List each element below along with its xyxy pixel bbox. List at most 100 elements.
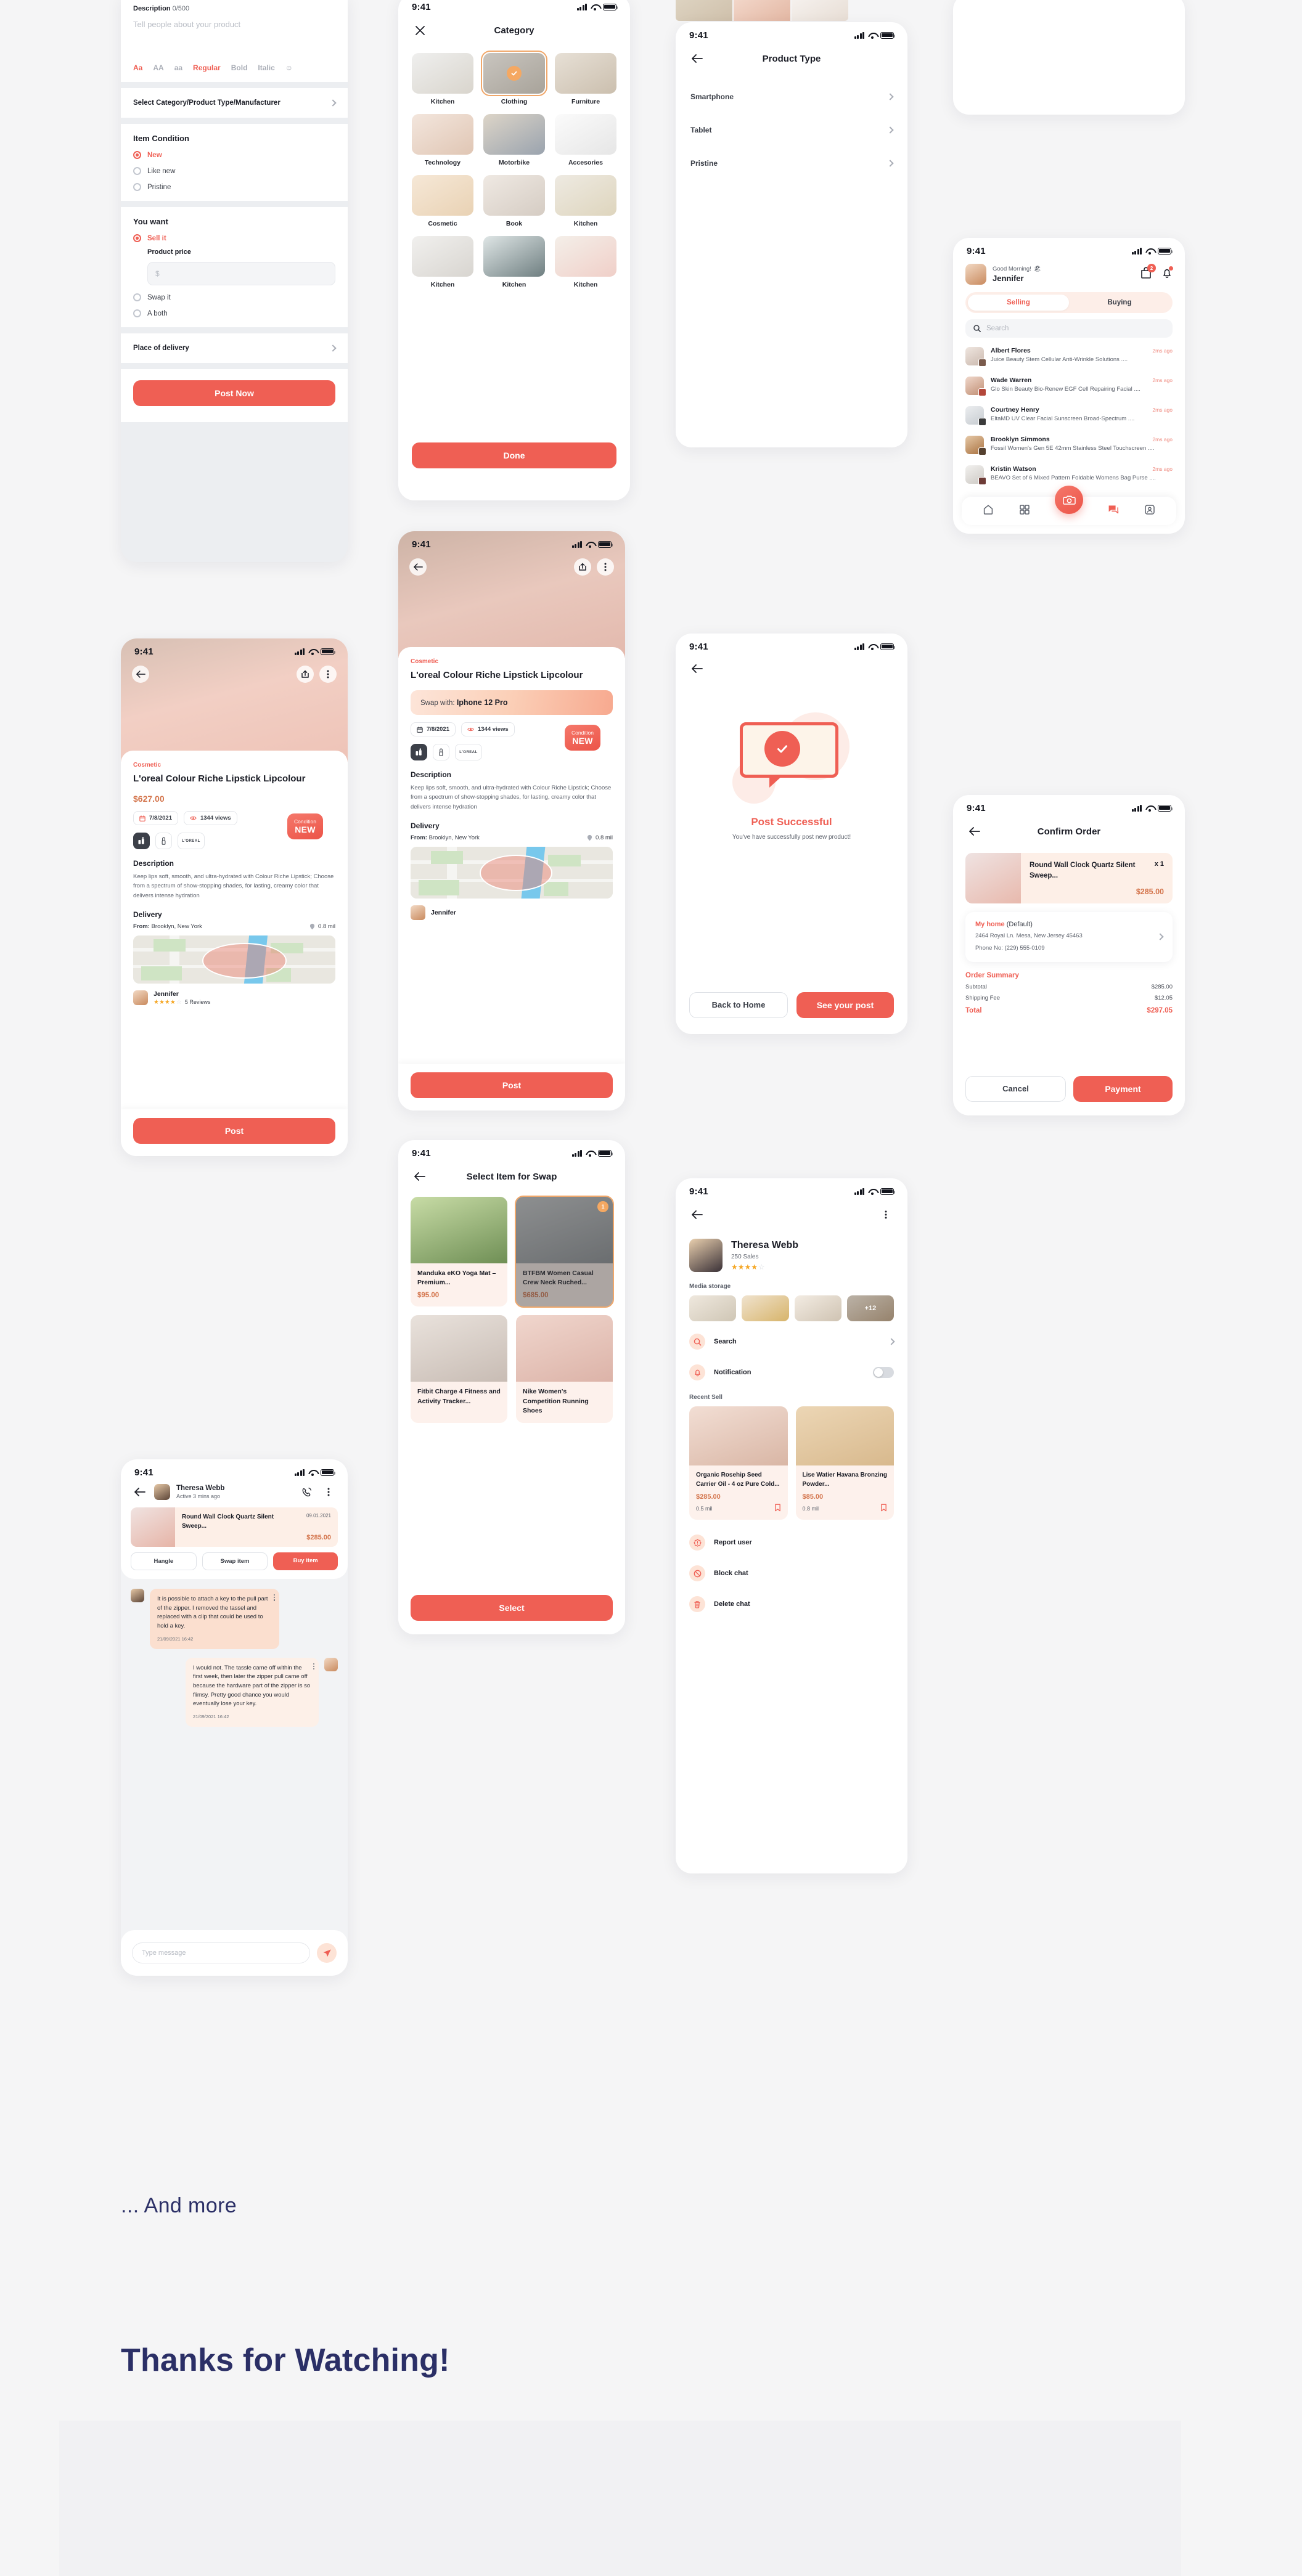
back-arrow-icon[interactable]	[689, 51, 705, 67]
more-vertical-icon[interactable]	[597, 558, 614, 576]
category-cell-technology[interactable]: Technology	[412, 114, 473, 166]
back-arrow-icon[interactable]	[132, 666, 149, 683]
format-aa-small[interactable]: aa	[174, 63, 182, 72]
share-icon[interactable]	[297, 666, 314, 683]
post-now-button[interactable]: Post Now	[133, 380, 335, 406]
cosmetics-icon[interactable]	[411, 744, 427, 761]
recent-item-card[interactable]: Organic Rosehip Seed Carrier Oil - 4 oz …	[689, 1406, 788, 1520]
tab-buying[interactable]: Buying	[1069, 295, 1170, 311]
profile-action-report[interactable]: Report user	[676, 1527, 907, 1558]
product-type-row-smartphone[interactable]: Smartphone	[676, 80, 907, 113]
profile-action-delete[interactable]: Delete chat	[676, 1589, 907, 1620]
product-type-row-tablet[interactable]: Tablet	[676, 113, 907, 147]
buy-item-button[interactable]: Buy item	[273, 1552, 338, 1570]
camera-fab-button[interactable]	[1055, 486, 1083, 514]
recent-item-card[interactable]: Lise Watier Havana Bronzing Powder... $8…	[795, 1406, 894, 1520]
radio-option-a-both[interactable]: A both	[133, 309, 335, 317]
category-cell-book[interactable]: Book	[483, 175, 545, 227]
more-vertical-icon[interactable]	[313, 1663, 314, 1670]
avatar[interactable]	[154, 1484, 170, 1500]
seller-row[interactable]: Jennifer	[411, 905, 613, 920]
list-item[interactable]: Brooklyn Simmons 2ms ago Fossil Women's …	[953, 430, 1185, 460]
more-vertical-icon[interactable]	[321, 1484, 337, 1500]
brand-chip[interactable]: L'OREAL	[455, 744, 482, 761]
cosmetics-icon[interactable]	[133, 833, 150, 850]
avatar[interactable]	[689, 1239, 723, 1272]
profile-action-block[interactable]: Block chat	[676, 1558, 907, 1589]
category-cell-accesories[interactable]: Accesories	[555, 114, 616, 166]
category-cell-kitchen-4[interactable]: Kitchen	[483, 236, 545, 288]
send-icon[interactable]	[317, 1943, 337, 1963]
swap-item-card[interactable]: Nike Women's Competition Running Shoes	[516, 1315, 613, 1424]
cart-button[interactable]: 2	[1140, 264, 1156, 282]
media-thumb-more[interactable]: +12	[846, 1295, 894, 1321]
message-bubble[interactable]: I would not. The tassle came off within …	[186, 1657, 319, 1727]
post-button[interactable]: Post	[411, 1072, 613, 1098]
delivery-map[interactable]	[133, 935, 335, 984]
lipstick-icon[interactable]	[155, 833, 172, 850]
product-type-row-pristine[interactable]: Pristine	[676, 147, 907, 180]
category-cell-motorbike[interactable]: Motorbike	[483, 114, 545, 166]
format-italic[interactable]: Italic	[258, 63, 274, 72]
profile-option-search[interactable]: Search	[676, 1326, 907, 1357]
format-bold[interactable]: Bold	[231, 63, 248, 72]
more-vertical-icon[interactable]	[273, 1594, 275, 1601]
back-arrow-icon[interactable]	[689, 1207, 705, 1223]
more-vertical-icon[interactable]	[878, 1207, 894, 1223]
select-button[interactable]: Select	[411, 1595, 613, 1621]
swap-item-card[interactable]: Fitbit Charge 4 Fitness and Activity Tra…	[411, 1315, 507, 1424]
radio-option-sell-it[interactable]: Sell it	[133, 234, 335, 242]
emoji-icon[interactable]: ☺	[285, 63, 293, 72]
more-vertical-icon[interactable]	[319, 666, 337, 683]
list-item[interactable]: Courtney Henry 2ms ago EltaMD UV Clear F…	[953, 401, 1185, 430]
list-item[interactable]: Kristin Watson 2ms ago BEAVO Set of 6 Mi…	[953, 460, 1185, 489]
swap-item-card[interactable]: 1 BTFBM Women Casual Crew Neck Ruched...…	[515, 1195, 614, 1308]
avatar[interactable]	[965, 264, 986, 285]
category-cell-cosmetic[interactable]: Cosmetic	[412, 175, 473, 227]
format-regular[interactable]: Regular	[193, 63, 221, 72]
back-arrow-icon[interactable]	[689, 661, 705, 677]
done-button[interactable]: Done	[412, 442, 616, 468]
description-input[interactable]: Tell people about your product	[133, 20, 335, 29]
profile-option-notification[interactable]: Notification	[676, 1357, 907, 1388]
category-cell-kitchen[interactable]: Kitchen	[412, 53, 473, 105]
hangle-button[interactable]: Hangle	[131, 1552, 197, 1570]
category-cell-kitchen-3[interactable]: Kitchen	[412, 236, 473, 288]
seller-row[interactable]: Jennifer ★★★★ ☆ 5 Reviews	[133, 990, 335, 1006]
back-arrow-icon[interactable]	[967, 823, 983, 839]
brand-chip[interactable]: L'OREAL	[178, 833, 205, 850]
grid-icon[interactable]	[1019, 504, 1030, 518]
notification-toggle[interactable]	[873, 1367, 894, 1378]
back-to-home-button[interactable]: Back to Home	[689, 992, 788, 1018]
message-input[interactable]: Type message	[132, 1942, 310, 1963]
search-bar[interactable]: Search	[965, 319, 1173, 338]
category-cell-furniture[interactable]: Furniture	[555, 53, 616, 105]
radio-option-new[interactable]: New	[133, 151, 335, 159]
swap-item-card[interactable]: Manduka eKO Yoga Mat – Premium... $95.00	[411, 1197, 507, 1307]
category-cell-clothing[interactable]: Clothing	[481, 51, 547, 105]
category-cell-kitchen-5[interactable]: Kitchen	[555, 236, 616, 288]
call-icon[interactable]	[298, 1484, 314, 1500]
radio-option-swap-it[interactable]: Swap it	[133, 293, 335, 301]
search-input[interactable]: Search	[986, 325, 1009, 332]
chat-icon[interactable]	[1108, 504, 1119, 518]
cancel-button[interactable]: Cancel	[965, 1076, 1066, 1102]
list-item[interactable]: Wade Warren 2ms ago Glo Skin Beauty Bio-…	[953, 371, 1185, 401]
notification-bell-button[interactable]	[1161, 266, 1173, 282]
close-icon[interactable]	[412, 22, 428, 38]
see-your-post-button[interactable]: See your post	[796, 992, 894, 1018]
swap-item-button[interactable]: Swap item	[202, 1552, 268, 1570]
format-aa-caps[interactable]: AA	[153, 63, 163, 72]
product-price-input[interactable]: $	[147, 262, 335, 285]
lipstick-icon[interactable]	[433, 744, 449, 761]
payment-button[interactable]: Payment	[1073, 1076, 1173, 1102]
back-arrow-icon[interactable]	[132, 1484, 148, 1500]
radio-option-pristine[interactable]: Pristine	[133, 183, 335, 191]
format-aa-large[interactable]: Aa	[133, 63, 142, 72]
category-cell-kitchen-2[interactable]: Kitchen	[555, 175, 616, 227]
profile-icon[interactable]	[1144, 504, 1155, 518]
delivery-map[interactable]	[411, 846, 613, 899]
chat-product-card[interactable]: Round Wall Clock Quartz Silent Sweep... …	[131, 1507, 338, 1547]
back-arrow-icon[interactable]	[412, 1168, 428, 1184]
address-card[interactable]: My home (Default) 2464 Royal Ln. Mesa, N…	[965, 912, 1173, 962]
